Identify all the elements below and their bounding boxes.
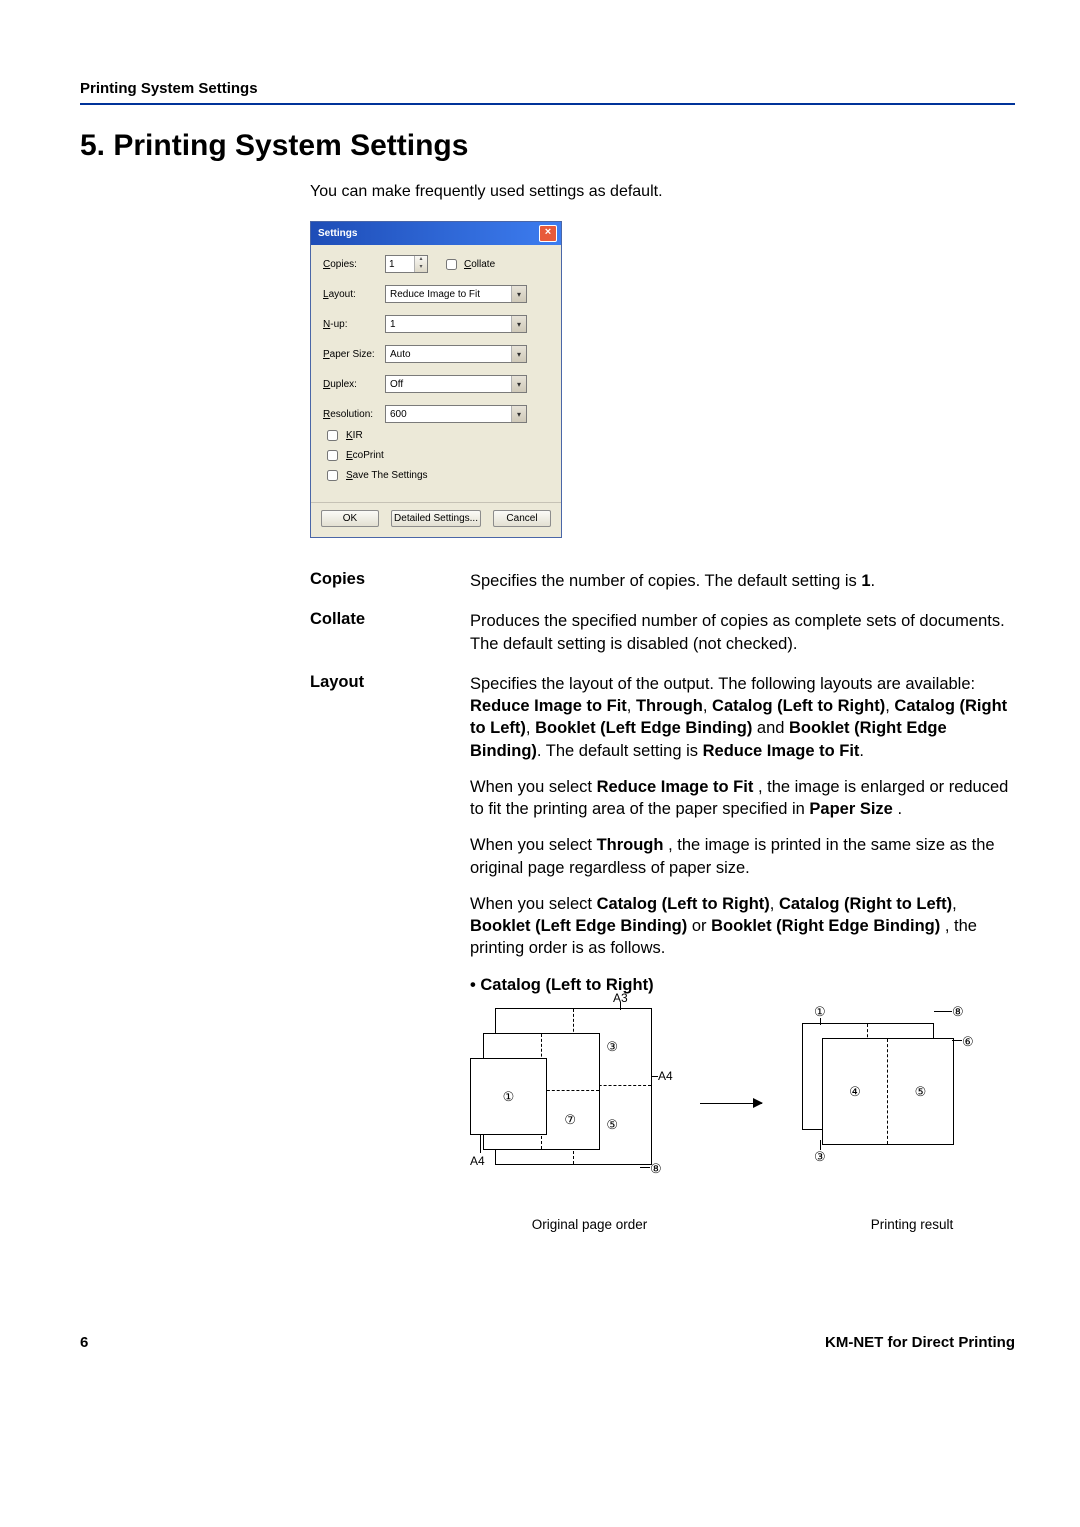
papersize-value: Auto: [386, 349, 511, 360]
papersize-select[interactable]: Auto: [385, 345, 527, 363]
ecoprint-checkbox[interactable]: EcoPrint: [323, 447, 549, 464]
page-footer: 6 KM-NET for Direct Printing: [80, 1334, 1015, 1351]
catalog-ltr-heading: • Catalog (Left to Right): [470, 974, 1015, 996]
copies-spinner[interactable]: ▴▾: [385, 255, 428, 273]
duplex-label: Duplex:: [323, 379, 385, 390]
papersize-label: Paper Size:: [323, 349, 385, 360]
result-sheet-front: ④ ⑤: [822, 1038, 954, 1145]
running-header: Printing System Settings: [80, 80, 1015, 97]
chevron-down-icon[interactable]: [511, 376, 526, 392]
copies-input[interactable]: [386, 256, 414, 272]
copies-label: Copies:: [323, 259, 385, 270]
chevron-down-icon[interactable]: [511, 286, 526, 302]
resolution-value: 600: [386, 409, 511, 420]
term-collate: Collate: [310, 610, 470, 655]
layout-value: Reduce Image to Fit: [386, 289, 511, 300]
nup-value: 1: [386, 319, 511, 330]
chevron-down-icon[interactable]: [511, 346, 526, 362]
header-rule: [80, 103, 1015, 105]
term-layout: Layout: [310, 673, 470, 1234]
kir-checkbox[interactable]: KIR: [323, 427, 549, 444]
page-a4-single: ①: [470, 1058, 547, 1135]
res-n6: ⑥: [962, 1033, 974, 1051]
detailed-settings-button[interactable]: Detailed Settings...: [391, 510, 481, 527]
def-collate: Collate Produces the specified number of…: [310, 610, 1015, 655]
doc-title: KM-NET for Direct Printing: [825, 1334, 1015, 1351]
collate-label: Collate: [464, 259, 495, 270]
intro-text: You can make frequently used settings as…: [310, 183, 1015, 201]
res-n8: ⑧: [952, 1003, 964, 1021]
resolution-select[interactable]: 600: [385, 405, 527, 423]
duplex-value: Off: [386, 379, 511, 390]
dialog-titlebar: Settings ×: [311, 222, 561, 245]
label-a4-bottom: A4: [470, 1153, 485, 1169]
arrow-icon: [700, 1103, 762, 1104]
settings-dialog: Settings × Copies: ▴▾ Collate Layout: [310, 221, 562, 538]
collate-checkbox[interactable]: Collate: [442, 256, 495, 273]
collate-input[interactable]: [446, 259, 457, 270]
page-number: 6: [80, 1334, 88, 1351]
layout-select[interactable]: Reduce Image to Fit: [385, 285, 527, 303]
def-layout: Layout Specifies the layout of the outpu…: [310, 673, 1015, 1234]
diagram-captions: Original page order Printing result: [470, 1216, 1015, 1234]
dialog-title: Settings: [318, 228, 357, 239]
layout-label: Layout:: [323, 289, 385, 300]
ok-button[interactable]: OK: [321, 510, 379, 527]
catalog-diagram: ② ③ ④ ⑤ ⑥: [470, 1008, 1015, 1208]
label-n8-left: ⑧: [650, 1160, 662, 1178]
label-a4-right: A4: [658, 1068, 673, 1084]
resolution-label: Resolution:: [323, 409, 385, 420]
duplex-select[interactable]: Off: [385, 375, 527, 393]
close-icon[interactable]: ×: [539, 225, 557, 242]
nup-label: N-up:: [323, 319, 385, 330]
cancel-button[interactable]: Cancel: [493, 510, 551, 527]
caption-original: Original page order: [532, 1216, 648, 1234]
save-settings-checkbox[interactable]: Save The Settings: [323, 467, 549, 484]
chevron-down-icon[interactable]: [511, 316, 526, 332]
chevron-down-icon[interactable]: [511, 406, 526, 422]
res-n3: ③: [814, 1148, 826, 1166]
caption-result: Printing result: [871, 1216, 954, 1234]
page-title: 5. Printing System Settings: [80, 129, 1015, 163]
def-copies: Copies Specifies the number of copies. T…: [310, 570, 1015, 592]
nup-select[interactable]: 1: [385, 315, 527, 333]
term-copies: Copies: [310, 570, 470, 592]
